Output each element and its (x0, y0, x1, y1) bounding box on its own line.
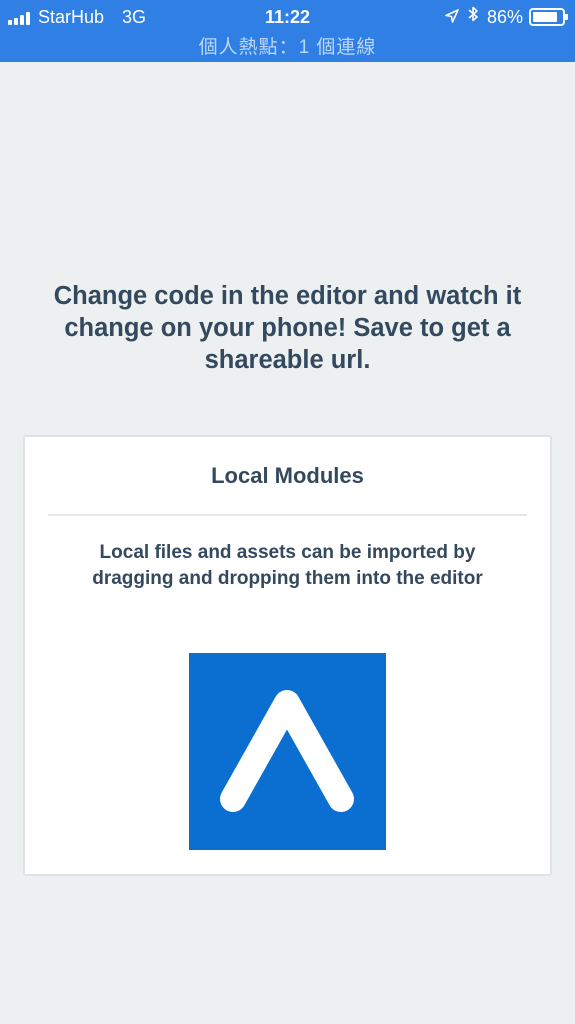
intro-text: Change code in the editor and watch it c… (53, 282, 522, 374)
bluetooth-icon (467, 4, 479, 30)
hotspot-banner[interactable]: 個人熱點：1 個連線 (0, 32, 575, 59)
location-arrow-icon (445, 4, 459, 30)
status-bar: StarHub 3G 11:22 86% 個人熱點：1 個連線 (0, 0, 575, 62)
local-modules-card: Local Modules Local files and assets can… (23, 435, 552, 876)
card-divider (48, 514, 527, 516)
battery-percent: 86% (486, 7, 523, 27)
expo-logo-icon (189, 653, 386, 850)
card-title: Local Modules (211, 463, 364, 488)
card-body-text: Local files and assets can be imported b… (92, 542, 483, 589)
battery-icon (529, 8, 568, 26)
